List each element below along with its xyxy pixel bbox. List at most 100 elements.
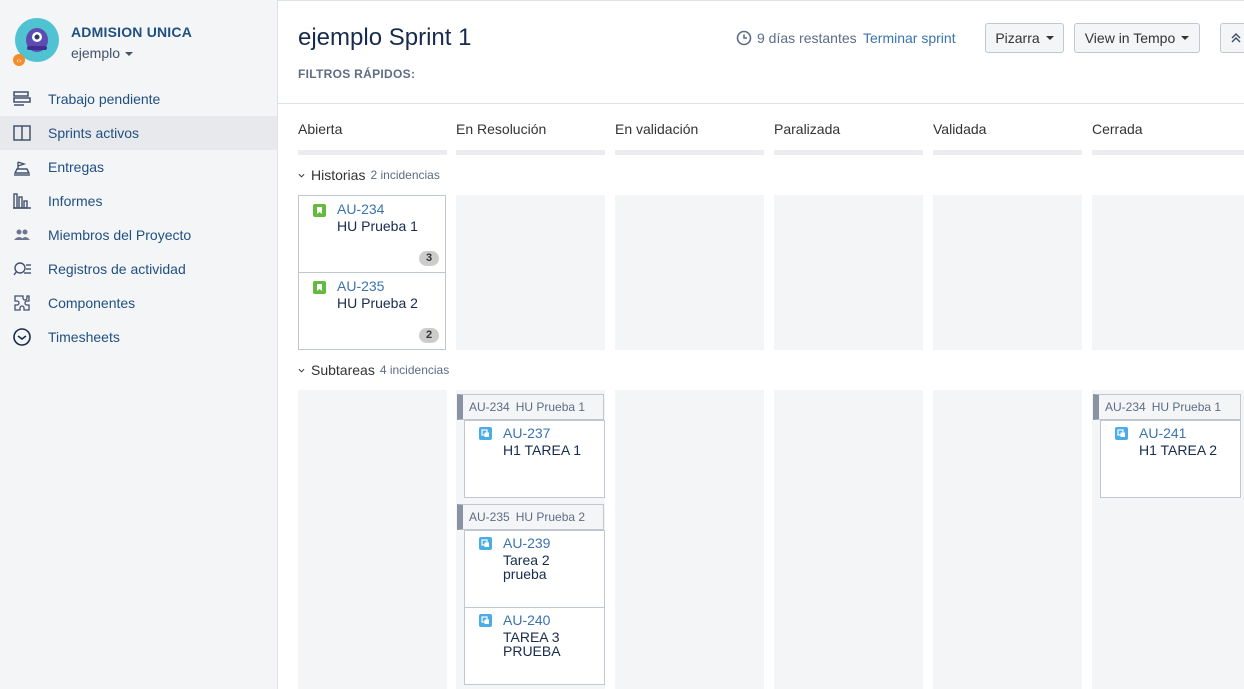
members-icon [14, 229, 30, 240]
components-icon [14, 295, 30, 311]
sidebar-item-label: Timesheets [48, 329, 120, 345]
swimlane-count: 2 incidencias [370, 168, 440, 182]
issue-key[interactable]: AU-235 [337, 278, 384, 294]
sidebar-item-activity-log[interactable]: Registros de actividad [0, 252, 277, 286]
reports-icon [13, 193, 31, 209]
sidebar-item-label: Entregas [48, 159, 105, 175]
column-header: En Resolución [456, 121, 547, 137]
subtask-card[interactable]: AU-237 H1 TAREA 1 [464, 420, 605, 498]
column-header-bar [933, 150, 1082, 155]
subtask-card[interactable]: AU-239 Tarea 2 prueba [464, 530, 605, 608]
sidebar-item-label: Informes [48, 193, 103, 209]
parent-key: AU-234 [469, 400, 510, 414]
swimlane-header-stories[interactable]: Historias 2 incidencias [298, 167, 440, 183]
issue-key[interactable]: AU-239 [503, 535, 550, 551]
issue-summary: HU Prueba 2 [337, 295, 418, 311]
board-cell [456, 195, 605, 350]
top-border [278, 0, 1244, 3]
column-header-bar [1092, 150, 1244, 155]
issue-summary: H1 TAREA 1 [503, 442, 582, 458]
chevron-down-icon [1181, 36, 1190, 40]
issue-key[interactable]: AU-240 [503, 612, 550, 628]
column-header: En validación [615, 121, 699, 137]
parent-issue-header[interactable]: AU-235 HU Prueba 2 [457, 504, 604, 530]
column-header-bar [615, 150, 764, 155]
tempo-button-label: View in Tempo [1084, 30, 1176, 46]
sidebar-item-reports[interactable]: Informes [0, 184, 277, 218]
view-in-tempo-button[interactable]: View in Tempo [1074, 23, 1200, 53]
chevron-down-icon [298, 173, 305, 178]
parent-key: AU-235 [469, 510, 510, 524]
svg-text:‹›: ‹› [16, 57, 22, 65]
parent-summary: HU Prueba 1 [515, 400, 586, 414]
board-name: ejemplo [71, 45, 121, 61]
active-sprints-icon [13, 125, 31, 141]
sidebar-item-components[interactable]: Componentes [0, 286, 277, 320]
sidebar-item-timesheets[interactable]: Timesheets [0, 320, 277, 354]
sidebar-item-label: Componentes [48, 295, 136, 311]
parent-issue-header[interactable]: AU-234 HU Prueba 1 [457, 394, 604, 420]
swimlane-title: Historias [311, 167, 366, 183]
column-header: Abierta [298, 121, 343, 137]
issue-card[interactable]: AU-234 HU Prueba 1 3 [298, 195, 446, 273]
subtask-icon [1115, 427, 1128, 440]
parent-issue-header[interactable]: AU-234 HU Prueba 1 [1093, 394, 1241, 420]
subtask-card[interactable]: AU-240 TAREA 3 PRUEBA [464, 607, 605, 685]
page-title: ejemplo Sprint 1 [298, 24, 472, 51]
issue-key[interactable]: AU-241 [1139, 425, 1186, 441]
parent-summary: HU Prueba 2 [515, 510, 586, 524]
quick-filters-label: FILTROS RÁPIDOS: [298, 67, 416, 81]
sidebar-nav: Trabajo pendiente Sprints activos Entreg… [0, 82, 277, 354]
swimlane-count: 4 incidencias [379, 363, 450, 377]
issue-card[interactable]: AU-235 HU Prueba 2 2 [298, 272, 446, 350]
sidebar-item-members[interactable]: Miembros del Proyecto [0, 218, 277, 252]
sidebar-item-label: Registros de actividad [48, 261, 186, 277]
board-button-label: Pizarra [995, 30, 1040, 46]
board-cell [774, 390, 923, 689]
story-icon [313, 281, 326, 294]
sidebar-item-active-sprints[interactable]: Sprints activos [0, 116, 277, 150]
board-cell [615, 390, 764, 689]
board-selector[interactable]: ejemplo [71, 45, 134, 61]
swimlane-header-subtasks[interactable]: Subtareas 4 incidencias [298, 362, 449, 378]
issue-key[interactable]: AU-234 [337, 201, 384, 217]
subtask-icon [479, 537, 492, 550]
project-name[interactable]: ADMISION UNICA [71, 24, 192, 40]
board-cell [298, 390, 447, 689]
sidebar-item-releases[interactable]: Entregas [0, 150, 277, 184]
parent-key: AU-234 [1105, 400, 1146, 414]
column-header: Validada [933, 121, 987, 137]
board-cell [933, 195, 1082, 350]
subtask-icon [479, 427, 492, 440]
collapse-header-button[interactable] [1220, 23, 1244, 53]
subtask-count-badge: 3 [419, 251, 439, 266]
sidebar: ‹› ADMISION UNICA ejemplo Trabajo pendie… [0, 0, 278, 689]
project-avatar-icon[interactable]: ‹› [13, 18, 61, 66]
releases-icon [13, 161, 31, 176]
timesheets-icon [13, 328, 31, 346]
finish-sprint-link[interactable]: Terminar sprint [863, 30, 956, 46]
board-cell [774, 195, 923, 350]
column-header-bar [456, 150, 605, 155]
sprint-remaining: 9 días restantes [736, 30, 857, 46]
backlog-icon [13, 91, 31, 106]
sidebar-item-label: Miembros del Proyecto [48, 227, 192, 243]
activity-log-icon [13, 262, 31, 276]
sidebar-item-backlog[interactable]: Trabajo pendiente [0, 82, 277, 116]
sidebar-item-label: Trabajo pendiente [48, 91, 161, 107]
board-menu-button[interactable]: Pizarra [985, 23, 1064, 53]
board-cell [933, 390, 1082, 689]
swimlane-title: Subtareas [311, 362, 375, 378]
chevron-down-icon [125, 52, 134, 57]
column-header-bar [774, 150, 923, 155]
issue-key[interactable]: AU-237 [503, 425, 550, 441]
clock-icon [736, 30, 752, 46]
board-cell [615, 195, 764, 350]
issue-summary: H1 TAREA 2 [1139, 442, 1218, 458]
issue-summary: HU Prueba 1 [337, 218, 418, 234]
parent-summary: HU Prueba 1 [1151, 400, 1222, 414]
chevron-down-icon [298, 368, 305, 373]
column-header-bar [298, 150, 447, 155]
subtask-card[interactable]: AU-241 H1 TAREA 2 [1100, 420, 1241, 498]
subtask-icon [479, 614, 492, 627]
